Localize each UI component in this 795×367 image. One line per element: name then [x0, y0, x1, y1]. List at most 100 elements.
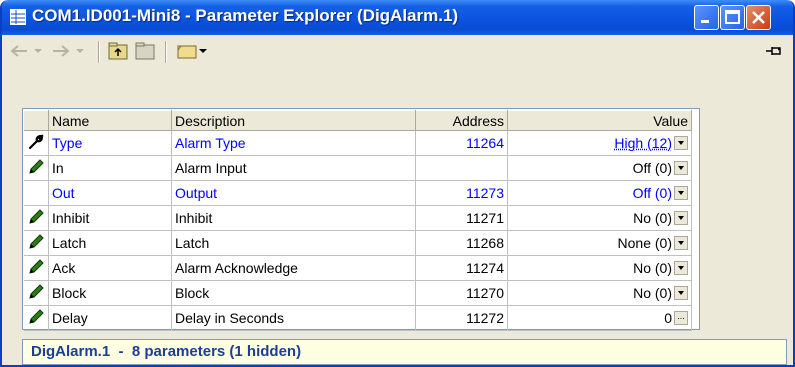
status-bar: DigAlarm.1 - 8 parameters (1 hidden) — [22, 339, 787, 365]
pencil-icon — [27, 158, 45, 179]
row-name-cell: Out — [48, 180, 172, 206]
forward-history-dropdown[interactable] — [74, 41, 86, 61]
row-value-text: No (0) — [633, 285, 672, 301]
forward-arrow-icon — [53, 45, 70, 57]
row-address-cell — [415, 155, 508, 181]
row-value-text: High (12) — [614, 135, 672, 151]
row-address-cell: 11272 — [415, 305, 508, 331]
chevron-down-icon — [34, 49, 42, 53]
header-value[interactable]: Value — [507, 110, 692, 131]
row-address-cell: 11264 — [415, 130, 508, 156]
row-status-icon-cell — [24, 205, 49, 231]
table-row[interactable]: Delay Delay in Seconds 11272 0... — [24, 305, 692, 331]
row-description-cell: Alarm Type — [171, 130, 416, 156]
up-folder-button[interactable] — [106, 41, 130, 61]
row-description-cell: Output — [171, 180, 416, 206]
grid-header-row: Name Description Address Value — [24, 110, 692, 131]
close-icon — [752, 11, 765, 24]
table-row[interactable]: Type Alarm Type 11264 High (12) — [24, 130, 692, 156]
dropdown-arrow-button[interactable] — [674, 161, 688, 175]
row-name-cell: Block — [48, 280, 172, 306]
row-address-cell: 11268 — [415, 230, 508, 256]
back-button[interactable] — [8, 41, 30, 61]
header-icon-column[interactable] — [24, 110, 49, 131]
folder-button[interactable] — [133, 41, 157, 61]
maximize-icon — [725, 10, 740, 24]
row-address-cell: 11270 — [415, 280, 508, 306]
minimize-icon — [701, 20, 709, 23]
pencil-icon — [27, 208, 45, 229]
header-name[interactable]: Name — [48, 110, 172, 131]
folder-menu-button[interactable] — [174, 41, 210, 61]
row-value-cell[interactable]: Off (0) — [507, 155, 692, 181]
row-description-cell: Block — [171, 280, 416, 306]
dropdown-arrow-button[interactable] — [674, 261, 688, 275]
forward-button[interactable] — [50, 41, 72, 61]
wrench-icon — [28, 133, 44, 153]
row-address-cell: 11273 — [415, 180, 508, 206]
maximize-button[interactable] — [720, 5, 745, 30]
table-row[interactable]: Latch Latch 11268 None (0) — [24, 230, 692, 256]
pencil-icon — [27, 283, 45, 304]
window-title: COM1.ID001-Mini8 - Parameter Explorer (D… — [32, 6, 459, 25]
table-row[interactable]: Block Block 11270 No (0) — [24, 280, 692, 306]
row-value-text: No (0) — [633, 260, 672, 276]
dropdown-arrow-button[interactable] — [674, 136, 688, 150]
row-value-cell[interactable]: No (0) — [507, 280, 692, 306]
table-row[interactable]: Inhibit Inhibit 11271 No (0) — [24, 205, 692, 231]
row-status-icon-cell — [24, 180, 49, 206]
row-value-cell[interactable]: None (0) — [507, 230, 692, 256]
dropdown-arrow-button[interactable] — [674, 286, 688, 300]
chevron-down-icon — [76, 49, 84, 53]
back-history-dropdown[interactable] — [32, 41, 44, 61]
row-description-cell: Latch — [171, 230, 416, 256]
chevron-down-icon — [199, 49, 207, 53]
row-value-cell[interactable]: No (0) — [507, 205, 692, 231]
row-description-cell: Alarm Input — [171, 155, 416, 181]
row-value-cell[interactable]: No (0) — [507, 255, 692, 281]
row-value-cell[interactable]: High (12) — [507, 130, 692, 156]
row-value-text: Off (0) — [632, 185, 672, 201]
table-row[interactable]: In Alarm Input Off (0) — [24, 155, 692, 181]
pencil-icon — [27, 233, 45, 254]
minimize-button[interactable] — [694, 5, 719, 30]
ellipsis-button[interactable]: ... — [674, 311, 688, 325]
toolbar-separator — [98, 41, 100, 63]
row-value-cell[interactable]: 0... — [507, 305, 692, 331]
row-description-cell: Inhibit — [171, 205, 416, 231]
row-value-text: Off (0) — [632, 160, 672, 176]
title-bar[interactable]: COM1.ID001-Mini8 - Parameter Explorer (D… — [2, 0, 793, 35]
dropdown-arrow-button[interactable] — [674, 186, 688, 200]
row-value-cell[interactable]: Off (0) — [507, 180, 692, 206]
row-name-cell: Ack — [48, 255, 172, 281]
row-status-icon-cell — [24, 255, 49, 281]
header-description[interactable]: Description — [171, 110, 416, 131]
row-address-cell: 11271 — [415, 205, 508, 231]
up-folder-icon — [108, 42, 128, 60]
row-address-cell: 11274 — [415, 255, 508, 281]
row-status-icon-cell — [24, 130, 49, 156]
row-value-text: 0 — [664, 310, 672, 326]
row-status-icon-cell — [24, 305, 49, 331]
row-description-cell: Delay in Seconds — [171, 305, 416, 331]
status-text: DigAlarm.1 - 8 parameters (1 hidden) — [31, 343, 302, 360]
row-name-cell: Delay — [48, 305, 172, 331]
parameter-grid: Name Description Address Value Type Alarm… — [24, 110, 692, 331]
folder-menu-icon — [177, 45, 197, 59]
close-button[interactable] — [746, 5, 771, 30]
parameter-explorer-window: COM1.ID001-Mini8 - Parameter Explorer (D… — [0, 0, 795, 367]
toolbar-separator — [165, 41, 167, 63]
table-row[interactable]: Ack Alarm Acknowledge 11274 No (0) — [24, 255, 692, 281]
dropdown-arrow-button[interactable] — [674, 211, 688, 225]
pencil-icon — [27, 258, 45, 279]
row-name-cell: Type — [48, 130, 172, 156]
row-name-cell: Inhibit — [48, 205, 172, 231]
table-app-icon — [10, 9, 26, 25]
row-status-icon-cell — [24, 155, 49, 181]
row-status-icon-cell — [24, 280, 49, 306]
table-row[interactable]: Out Output 11273 Off (0) — [24, 180, 692, 206]
dropdown-arrow-button[interactable] — [674, 236, 688, 250]
header-address[interactable]: Address — [415, 110, 508, 131]
pin-button[interactable] — [764, 41, 784, 61]
row-value-text: No (0) — [633, 210, 672, 226]
